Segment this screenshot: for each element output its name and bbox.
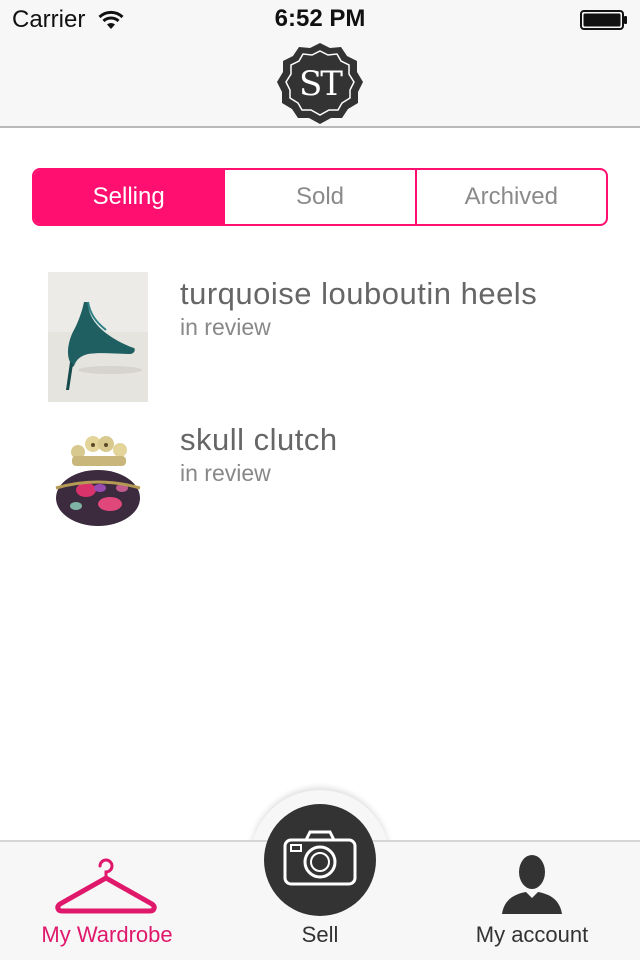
status-segmented-control: Selling Sold Archived (32, 168, 608, 226)
status-time: 6:52 PM (274, 5, 366, 32)
app-logo: ST (274, 40, 366, 128)
logo-text: ST (299, 64, 343, 104)
segment-selling[interactable]: Selling (34, 170, 224, 224)
segment-archived[interactable]: Archived (414, 170, 606, 224)
list-item[interactable]: skull clutch in review (48, 418, 608, 548)
list-item[interactable]: turquoise louboutin heels in review (48, 272, 608, 402)
status-bar: Carrier 6:52 PM (0, 0, 640, 40)
user-silhouette-icon[interactable] (500, 852, 564, 916)
camera-icon (283, 830, 357, 886)
clutch-thumbnail-image (48, 418, 148, 548)
hanger-icon[interactable] (54, 854, 158, 916)
segment-sold[interactable]: Sold (223, 170, 414, 224)
tab-my-account[interactable]: My account (452, 922, 612, 948)
battery-icon (580, 10, 627, 30)
navigation-header: Carrier 6:52 PM ST (0, 0, 640, 128)
item-title: turquoise louboutin heels (180, 276, 538, 311)
item-status: in review (180, 314, 271, 340)
tab-my-wardrobe[interactable]: My Wardrobe (22, 922, 192, 948)
heel-thumbnail-image (48, 272, 148, 402)
item-status: in review (180, 460, 271, 486)
tab-sell[interactable]: Sell (270, 922, 370, 948)
item-title: skull clutch (180, 422, 338, 457)
